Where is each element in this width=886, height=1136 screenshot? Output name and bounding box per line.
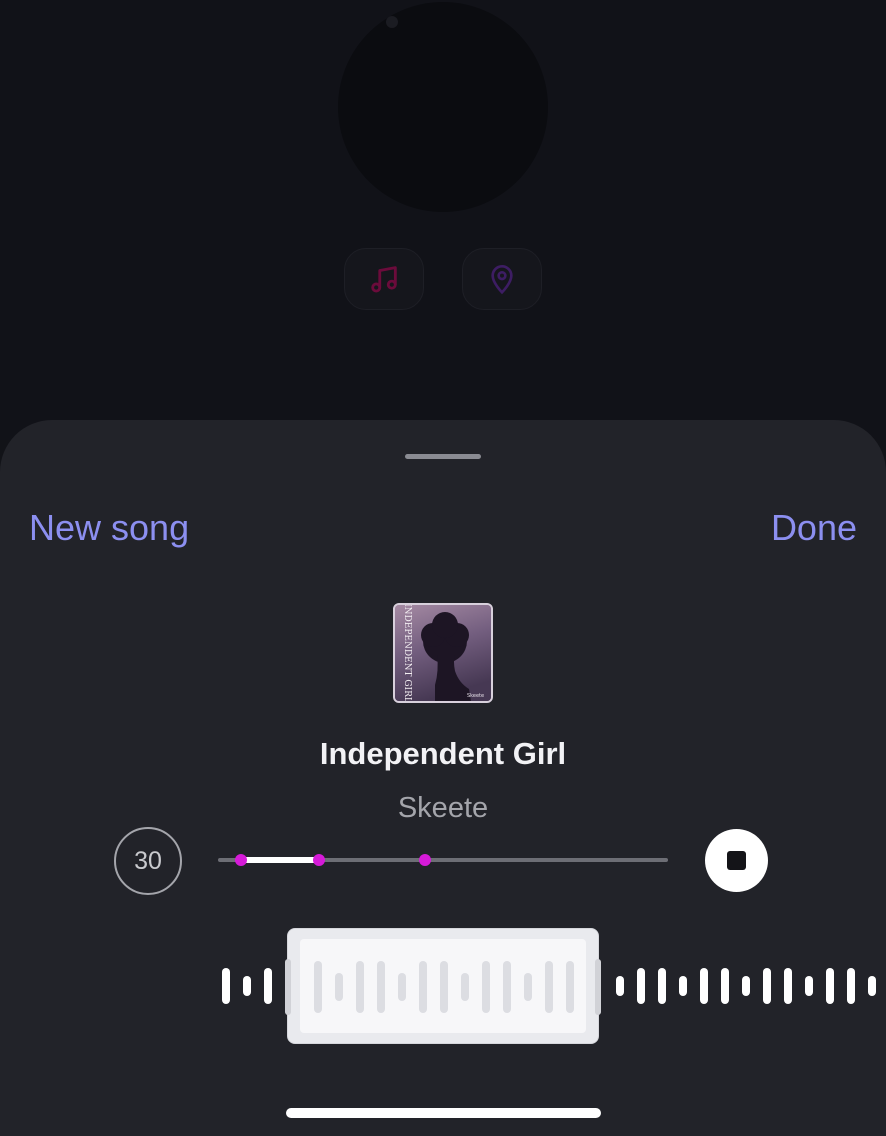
waveform-bar-selected bbox=[482, 961, 490, 1013]
done-button[interactable]: Done bbox=[771, 506, 857, 550]
stop-button[interactable] bbox=[705, 829, 768, 892]
stop-icon bbox=[727, 851, 746, 870]
waveform-bar bbox=[637, 968, 645, 1004]
sheet-grabber[interactable] bbox=[405, 454, 481, 459]
location-pin-icon bbox=[491, 265, 513, 295]
selection-start-marker bbox=[234, 854, 247, 866]
music-note-icon bbox=[371, 266, 397, 293]
waveform-bar bbox=[658, 968, 666, 1004]
music-bottom-sheet: New song Done INDEPENDENT GIRL Skeete In… bbox=[0, 420, 886, 1136]
clip-duration-button[interactable]: 30 bbox=[114, 827, 182, 895]
new-song-button[interactable]: New song bbox=[29, 506, 189, 550]
song-title: Independent Girl bbox=[319, 736, 567, 771]
waveform-bar bbox=[616, 976, 624, 996]
music-picker-screen: New song Done INDEPENDENT GIRL Skeete In… bbox=[0, 0, 886, 1136]
waveform-bar-selected bbox=[419, 961, 427, 1013]
waveform-bar-selected bbox=[440, 961, 448, 1013]
waveform-bar bbox=[222, 968, 230, 1004]
waveform-bar bbox=[679, 976, 687, 996]
music-chip bbox=[344, 248, 424, 310]
waveform-bar-selected bbox=[356, 961, 364, 1013]
album-art-title: INDEPENDENT GIRL bbox=[402, 605, 412, 701]
waveform-bar bbox=[868, 976, 876, 996]
waveform-bar bbox=[826, 968, 834, 1004]
album-art: INDEPENDENT GIRL Skeete bbox=[393, 603, 493, 703]
progress-track[interactable] bbox=[218, 854, 668, 866]
waveform-bar bbox=[721, 968, 729, 1004]
album-art-label: Skeete bbox=[467, 693, 484, 699]
clip-selection-inner bbox=[300, 939, 586, 1033]
waveform-bar-selected bbox=[398, 973, 406, 1001]
waveform-bar bbox=[763, 968, 771, 1004]
selection-left-handle[interactable] bbox=[285, 959, 291, 1015]
clip-selection-window[interactable] bbox=[285, 928, 601, 1044]
waveform-bar-selected bbox=[461, 973, 469, 1001]
background-app bbox=[0, 0, 886, 440]
waveform-bar-selected bbox=[503, 961, 511, 1013]
waveform-bar bbox=[243, 976, 251, 996]
selection-end-marker bbox=[313, 854, 326, 866]
album-art-image: INDEPENDENT GIRL Skeete bbox=[395, 605, 491, 701]
waveform-scrubber[interactable] bbox=[0, 928, 886, 1044]
avatar-indicator bbox=[386, 16, 398, 28]
clip-duration-value: 30 bbox=[134, 846, 162, 875]
waveform-bar bbox=[742, 976, 750, 996]
waveform-bar bbox=[700, 968, 708, 1004]
waveform-bar-selected bbox=[314, 961, 322, 1013]
progress-fill bbox=[240, 857, 320, 863]
waveform-bar-selected bbox=[335, 973, 343, 1001]
song-artist: Skeete bbox=[397, 792, 489, 824]
selection-right-handle[interactable] bbox=[595, 959, 601, 1015]
waveform-bar-selected bbox=[524, 973, 532, 1001]
waveform-bar bbox=[847, 968, 855, 1004]
waveform-bar-selected bbox=[545, 961, 553, 1013]
waveform-bar bbox=[784, 968, 792, 1004]
waveform-bar-selected bbox=[566, 961, 574, 1013]
home-indicator bbox=[286, 1108, 601, 1118]
location-chip bbox=[462, 248, 542, 310]
waveform-bar-selected bbox=[377, 961, 385, 1013]
avatar bbox=[338, 2, 548, 212]
position-marker[interactable] bbox=[419, 854, 431, 866]
waveform-bar bbox=[805, 976, 813, 996]
waveform-bar bbox=[264, 968, 272, 1004]
